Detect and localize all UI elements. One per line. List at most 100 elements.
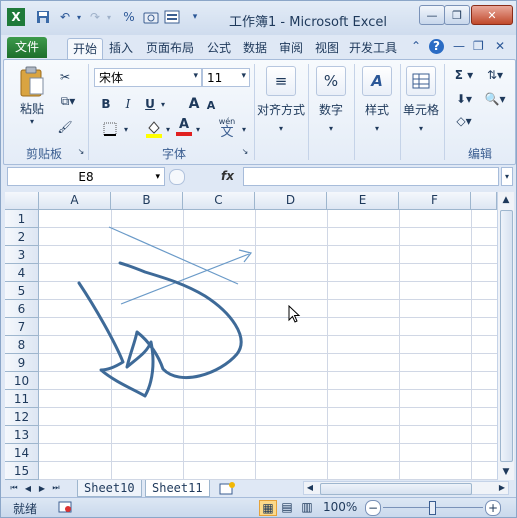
vertical-scrollbar[interactable]: ▲ ▼ [497,192,514,480]
font-launcher-icon[interactable]: ↘ [240,146,250,156]
name-box[interactable]: E8 ▾ [7,167,165,186]
window-title: 工作簿1 - Microsoft Excel [229,15,387,30]
tab-file[interactable]: 文件 [7,37,48,58]
cut-icon[interactable]: ✂ [56,68,74,86]
find-select-icon[interactable]: 🔍▾ [480,90,510,108]
next-sheet-icon[interactable]: ▶ [37,480,47,496]
font-size-select[interactable]: 11 ▾ [202,68,250,87]
macro-record-icon[interactable] [57,500,73,514]
number-dropdown-icon: ▾ [328,124,333,133]
hscroll-thumb[interactable] [320,483,472,495]
straight-line-shape[interactable] [108,226,239,285]
phonetic-icon: 文 [220,124,234,140]
worksheet-grid[interactable]: A B C D E F 1 2 3 4 5 6 7 8 9 10 11 12 1… [5,192,497,480]
underline-dropdown-icon[interactable]: ▾ [159,96,167,112]
form-icon[interactable] [164,9,180,25]
borders-icon[interactable] [98,120,122,138]
prev-sheet-icon[interactable]: ◀ [23,480,33,496]
percent-icon[interactable]: % [121,9,137,25]
formula-input[interactable] [243,167,499,186]
freeform-shape[interactable] [77,261,243,398]
customize-toolbar-icon[interactable]: ▾ [187,9,203,25]
clear-icon[interactable]: ◇▾ [450,112,478,130]
format-painter-icon[interactable]: 🖌 [56,118,74,136]
copy-icon[interactable]: ⧉▾ [56,92,80,110]
doc-restore-icon[interactable]: ❐ [473,39,484,53]
font-group-label: 字体 [161,147,186,161]
doc-minimize-icon[interactable]: — [453,39,465,53]
italic-button[interactable]: I [120,96,136,112]
tab-data[interactable]: 数据 [243,38,267,58]
sort-filter-icon[interactable]: ⇅▾ [480,66,510,84]
status-ready: 就绪 [13,502,38,516]
arrow-shape[interactable] [120,253,250,305]
redo-dropdown-icon[interactable]: ▾ [101,9,117,25]
tab-page-layout[interactable]: 页面布局 [146,38,194,58]
tab-insert[interactable]: 插入 [109,38,133,58]
save-icon[interactable] [35,9,51,25]
normal-view-icon[interactable]: ▦ [259,500,277,516]
page-layout-view-icon[interactable]: ▤ [279,500,295,514]
insert-function-icon[interactable]: fx [221,169,234,183]
shrink-font-button[interactable]: A [204,98,218,112]
undo-dropdown-icon[interactable]: ▾ [71,9,87,25]
paste-label: 粘贴 [19,102,44,116]
tab-review[interactable]: 审阅 [279,38,303,58]
underline-button[interactable]: U [142,96,158,112]
zoom-in-icon[interactable]: + [485,500,501,516]
clipboard-group-label: 剪贴板 [25,147,62,161]
tab-view[interactable]: 视图 [315,38,339,58]
close-button[interactable]: ✕ [471,5,513,25]
fill-color-dropdown-icon[interactable]: ▾ [164,120,172,138]
insert-sheet-icon[interactable] [217,480,237,496]
borders-dropdown-icon[interactable]: ▾ [122,120,130,138]
alignment-button[interactable]: ≡ 对齐方式 ▾ [256,66,306,133]
grow-font-button[interactable]: A [186,96,202,112]
scroll-down-icon[interactable]: ▼ [498,464,514,480]
scroll-left-icon[interactable]: ◀ [304,482,316,494]
cells-button[interactable]: 单元格 ▾ [400,66,442,133]
zoom-slider-thumb[interactable] [429,501,436,515]
number-button[interactable]: % 数字 ▾ [310,66,352,133]
tab-developer[interactable]: 开发工具 [349,38,397,58]
sheet-tab-active[interactable]: Sheet11 [145,480,210,497]
fill-color-icon[interactable] [144,118,164,138]
scroll-up-icon[interactable]: ▲ [498,192,514,208]
tab-home[interactable]: 开始 [67,38,104,59]
font-name-select[interactable]: 宋体 ▾ [94,68,202,87]
tab-formulas[interactable]: 公式 [207,38,231,58]
ribbon-home: 粘贴 ▾ ✂ ⧉▾ 🖌 剪贴板 ↘ 宋体 ▾ 11 ▾ B I U ▾ A A … [3,59,516,165]
horizontal-scrollbar[interactable]: ◀ ▶ [303,481,509,495]
expand-formula-icon[interactable]: ▾ [501,167,513,186]
scroll-thumb[interactable] [500,210,513,462]
restore-button[interactable]: ❐ [444,5,470,25]
zoom-out-icon[interactable]: − [365,500,381,516]
minimize-ribbon-icon[interactable]: ⌃ [411,39,421,53]
excel-logo-icon[interactable]: X [7,8,25,26]
font-color-button[interactable]: A [176,116,192,138]
first-sheet-icon[interactable]: ⏮ [9,480,19,496]
page-break-view-icon[interactable]: ▥ [299,500,315,514]
cells-label: 单元格 [402,103,439,117]
fill-icon[interactable]: ⬇▾ [450,90,478,108]
paste-dropdown-icon[interactable]: ▾ [12,117,52,126]
help-icon[interactable]: ? [429,39,444,54]
clipboard-launcher-icon[interactable]: ↘ [76,146,86,156]
font-color-dropdown-icon[interactable]: ▾ [194,120,202,138]
minimize-button[interactable]: — [419,5,445,25]
chevron-down-icon: ▾ [155,171,160,182]
paste-icon [19,66,45,98]
camera-icon[interactable] [143,9,159,25]
bold-button[interactable]: B [98,96,114,112]
phonetic-dropdown-icon[interactable]: ▾ [240,120,248,138]
phonetic-button[interactable]: wén 文 [216,116,238,140]
sheet-tab[interactable]: Sheet10 [77,480,142,497]
autosum-icon[interactable]: Σ ▾ [450,66,478,84]
last-sheet-icon[interactable]: ⏭ [51,480,61,496]
doc-close-icon[interactable]: ✕ [495,39,505,53]
paste-button[interactable]: 粘贴 ▾ [12,66,52,126]
zoom-level[interactable]: 100% [323,500,357,514]
scroll-right-icon[interactable]: ▶ [496,482,508,494]
styles-button[interactable]: A 样式 ▾ [356,66,398,133]
chevron-down-icon: ▾ [193,71,198,81]
